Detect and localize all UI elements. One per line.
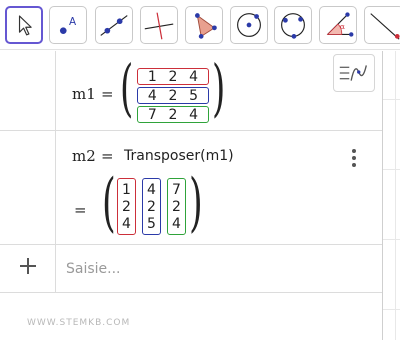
add-plus-icon[interactable]: [19, 257, 37, 275]
point-icon: A: [59, 16, 77, 34]
m1-row-1: 1 2 4: [137, 68, 209, 85]
m1-cell: 1: [147, 68, 157, 85]
m1-cell: 2: [168, 68, 178, 85]
m2-left-paren: (: [102, 166, 116, 240]
polygon-tool-button[interactable]: [185, 6, 223, 44]
m2-equals: =: [101, 147, 114, 165]
perpendicular-line-icon: [144, 12, 174, 40]
grid-line: [383, 169, 400, 170]
m2-cell: 4: [122, 215, 131, 232]
algebra-style-icon: [339, 65, 367, 81]
m1-cell: 4: [189, 106, 199, 123]
circle-center-icon: [237, 13, 261, 37]
circle-three-points-icon: [281, 13, 305, 39]
m1-cell: 2: [168, 87, 178, 104]
algebra-row-m2[interactable]: m2 = Transposer(m1) = ( 1 2 4 4 2 5 7 2 …: [0, 131, 382, 245]
reflect-line-icon: [370, 13, 400, 40]
line-tool-button[interactable]: [95, 6, 133, 44]
algebra-row-m1[interactable]: m1 = ( 1 2 4 4 2 5 7 2 4 ): [0, 51, 382, 131]
style-bar-toggle-button[interactable]: [333, 54, 375, 92]
row-marble-gutter: [0, 131, 56, 244]
angle-icon: α: [326, 12, 354, 37]
m1-cell: 4: [189, 68, 199, 85]
m2-cell: 2: [172, 198, 181, 215]
m2-result-equals: =: [74, 201, 87, 219]
polygon-icon: [195, 13, 217, 39]
graphics-view-edge[interactable]: [382, 51, 400, 340]
m1-cell: 2: [168, 106, 178, 123]
m1-label: m1: [72, 85, 96, 103]
grid-line: [383, 239, 400, 240]
reflect-tool-button[interactable]: [364, 6, 400, 44]
row-marble-gutter: [0, 245, 56, 292]
m2-column-3: 7 2 4: [167, 178, 186, 235]
m1-cell: 4: [147, 87, 157, 104]
algebra-input[interactable]: [66, 259, 366, 279]
m2-column-1: 1 2 4: [117, 178, 136, 235]
m2-cell: 7: [172, 181, 181, 198]
row-marble-gutter: [0, 51, 56, 130]
more-options-icon[interactable]: [349, 149, 359, 167]
m2-definition-command: Transposer(m1): [124, 148, 234, 164]
circle-center-tool-button[interactable]: [230, 6, 268, 44]
perpendicular-tool-button[interactable]: [140, 6, 178, 44]
watermark: WWW.STEMKB.COM: [27, 318, 131, 328]
m1-right-paren: ): [212, 51, 226, 124]
m2-cell: 1: [122, 181, 131, 198]
circle-three-points-tool-button[interactable]: [274, 6, 312, 44]
m2-label: m2: [72, 147, 96, 165]
angle-tool-button[interactable]: α: [319, 6, 357, 44]
m1-row-2: 4 2 5: [137, 87, 209, 104]
m2-cell: 5: [147, 215, 156, 232]
m1-left-paren: (: [120, 51, 134, 124]
algebra-view: m1 = ( 1 2 4 4 2 5 7 2 4 ) m2 = Transpos…: [0, 51, 382, 340]
m2-cell: 4: [147, 181, 156, 198]
algebra-input-row[interactable]: [0, 245, 382, 293]
m1-equals: =: [101, 85, 114, 103]
m1-cell: 7: [147, 106, 157, 123]
svg-text:A: A: [69, 16, 77, 28]
line-icon: [100, 15, 128, 36]
m1-cell: 5: [189, 87, 199, 104]
grid-line: [383, 99, 400, 100]
grid-line: [395, 51, 396, 340]
m1-row-3: 7 2 4: [137, 106, 209, 123]
m2-column-2: 4 2 5: [142, 178, 161, 235]
cursor-arrow-icon: [18, 15, 32, 36]
m2-cell: 4: [172, 215, 181, 232]
grid-line: [383, 309, 400, 310]
m2-cell: 2: [147, 198, 156, 215]
svg-text:α: α: [340, 22, 345, 31]
m2-right-paren: ): [189, 166, 203, 240]
m2-cell: 2: [122, 198, 131, 215]
move-tool-button[interactable]: [5, 6, 43, 44]
point-tool-button[interactable]: A: [49, 6, 87, 44]
toolbar: A α: [0, 0, 400, 50]
